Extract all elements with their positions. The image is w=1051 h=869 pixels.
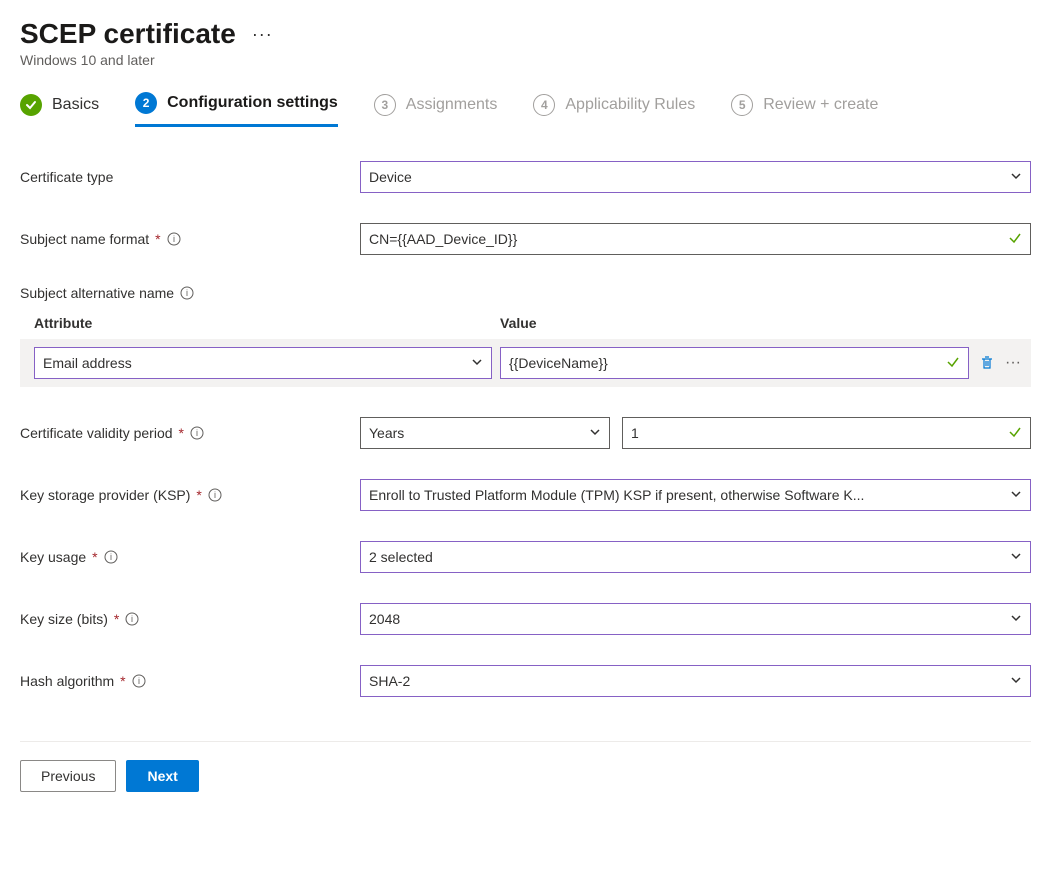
select-certificate-type[interactable]: Device (360, 161, 1031, 193)
info-icon[interactable]: i (104, 550, 118, 564)
label-certificate-type: Certificate type (20, 169, 113, 185)
select-value: Device (369, 169, 1010, 185)
chevron-down-icon (1010, 549, 1022, 565)
label-validity: Certificate validity period (20, 425, 173, 441)
select-value: Email address (43, 355, 471, 371)
label-ksp: Key storage provider (KSP) (20, 487, 190, 503)
svg-text:i: i (186, 288, 188, 298)
input-subject-name-format[interactable]: CN={{AAD_Device_ID}} (360, 223, 1031, 255)
checkmark-icon (946, 355, 960, 372)
chevron-down-icon (1010, 487, 1022, 503)
input-san-value[interactable]: {{DeviceName}} (500, 347, 969, 379)
page-header: SCEP certificate ··· Windows 10 and late… (20, 18, 1031, 68)
san-row: Email address {{DeviceName}} ··· (20, 339, 1031, 387)
select-ksp[interactable]: Enroll to Trusted Platform Module (TPM) … (360, 479, 1031, 511)
step-label: Assignments (406, 96, 498, 114)
select-value: SHA-2 (369, 673, 1010, 689)
next-button[interactable]: Next (126, 760, 198, 792)
wizard-steps: Basics 2 Configuration settings 3 Assign… (20, 92, 1031, 127)
chevron-down-icon (1010, 169, 1022, 185)
input-value: {{DeviceName}} (509, 355, 946, 371)
checkmark-icon (20, 94, 42, 116)
chevron-down-icon (471, 355, 483, 371)
previous-button[interactable]: Previous (20, 760, 116, 792)
row-certificate-validity-period: Certificate validity period * i Years 1 (20, 417, 1031, 449)
chevron-down-icon (589, 425, 601, 441)
info-icon[interactable]: i (180, 286, 194, 300)
svg-text:i: i (138, 676, 140, 686)
required-indicator: * (155, 231, 160, 247)
row-subject-name-format: Subject name format * i CN={{AAD_Device_… (20, 223, 1031, 255)
step-configuration-settings[interactable]: 2 Configuration settings (135, 92, 338, 127)
step-label: Applicability Rules (565, 96, 695, 114)
label-hash-algorithm: Hash algorithm (20, 673, 114, 689)
label-subject-name-format: Subject name format (20, 231, 149, 247)
input-value: CN={{AAD_Device_ID}} (369, 231, 1008, 247)
step-number-icon: 3 (374, 94, 396, 116)
info-icon[interactable]: i (208, 488, 222, 502)
required-indicator: * (196, 487, 201, 503)
step-label: Configuration settings (167, 94, 338, 112)
wizard-footer: Previous Next (20, 742, 1031, 792)
row-certificate-type: Certificate type Device (20, 161, 1031, 193)
step-basics[interactable]: Basics (20, 92, 99, 127)
san-section: Subject alternative name i Attribute Val… (20, 285, 1031, 387)
select-san-attribute[interactable]: Email address (34, 347, 492, 379)
step-number-icon: 4 (533, 94, 555, 116)
row-ksp: Key storage provider (KSP) * i Enroll to… (20, 479, 1031, 511)
more-actions-icon[interactable]: ··· (252, 24, 273, 45)
select-value: 2048 (369, 611, 1010, 627)
label-subject-alternative-name: Subject alternative name (20, 285, 174, 301)
info-icon[interactable]: i (190, 426, 204, 440)
checkmark-icon (1008, 231, 1022, 248)
svg-text:i: i (214, 490, 216, 500)
chevron-down-icon (1010, 611, 1022, 627)
required-indicator: * (92, 549, 97, 565)
required-indicator: * (120, 673, 125, 689)
page-subtitle: Windows 10 and later (20, 52, 1031, 68)
select-hash-algorithm[interactable]: SHA-2 (360, 665, 1031, 697)
san-header-attribute: Attribute (34, 315, 500, 331)
input-value: 1 (631, 425, 1008, 441)
info-icon[interactable]: i (125, 612, 139, 626)
page-title: SCEP certificate (20, 18, 236, 50)
delete-icon[interactable] (977, 353, 997, 373)
required-indicator: * (179, 425, 184, 441)
step-review-create[interactable]: 5 Review + create (731, 92, 878, 127)
select-value: 2 selected (369, 549, 1010, 565)
step-number-icon: 2 (135, 92, 157, 114)
select-validity-unit[interactable]: Years (360, 417, 610, 449)
row-key-usage: Key usage * i 2 selected (20, 541, 1031, 573)
chevron-down-icon (1010, 673, 1022, 689)
row-hash-algorithm: Hash algorithm * i SHA-2 (20, 665, 1031, 697)
info-icon[interactable]: i (167, 232, 181, 246)
checkmark-icon (1008, 425, 1022, 442)
step-applicability-rules[interactable]: 4 Applicability Rules (533, 92, 695, 127)
select-value: Enroll to Trusted Platform Module (TPM) … (369, 487, 1010, 503)
row-key-size: Key size (bits) * i 2048 (20, 603, 1031, 635)
required-indicator: * (114, 611, 119, 627)
label-key-size: Key size (bits) (20, 611, 108, 627)
step-label: Basics (52, 96, 99, 114)
step-number-icon: 5 (731, 94, 753, 116)
label-key-usage: Key usage (20, 549, 86, 565)
info-icon[interactable]: i (132, 674, 146, 688)
more-icon[interactable]: ··· (1003, 353, 1023, 373)
select-key-size[interactable]: 2048 (360, 603, 1031, 635)
select-value: Years (369, 425, 589, 441)
step-label: Review + create (763, 96, 878, 114)
svg-text:i: i (196, 428, 198, 438)
input-validity-amount[interactable]: 1 (622, 417, 1031, 449)
san-header-value: Value (500, 315, 537, 331)
svg-text:i: i (173, 234, 175, 244)
svg-text:i: i (110, 552, 112, 562)
step-assignments[interactable]: 3 Assignments (374, 92, 498, 127)
form-area: Certificate type Device Subject name for… (20, 161, 1031, 697)
svg-text:i: i (131, 614, 133, 624)
select-key-usage[interactable]: 2 selected (360, 541, 1031, 573)
